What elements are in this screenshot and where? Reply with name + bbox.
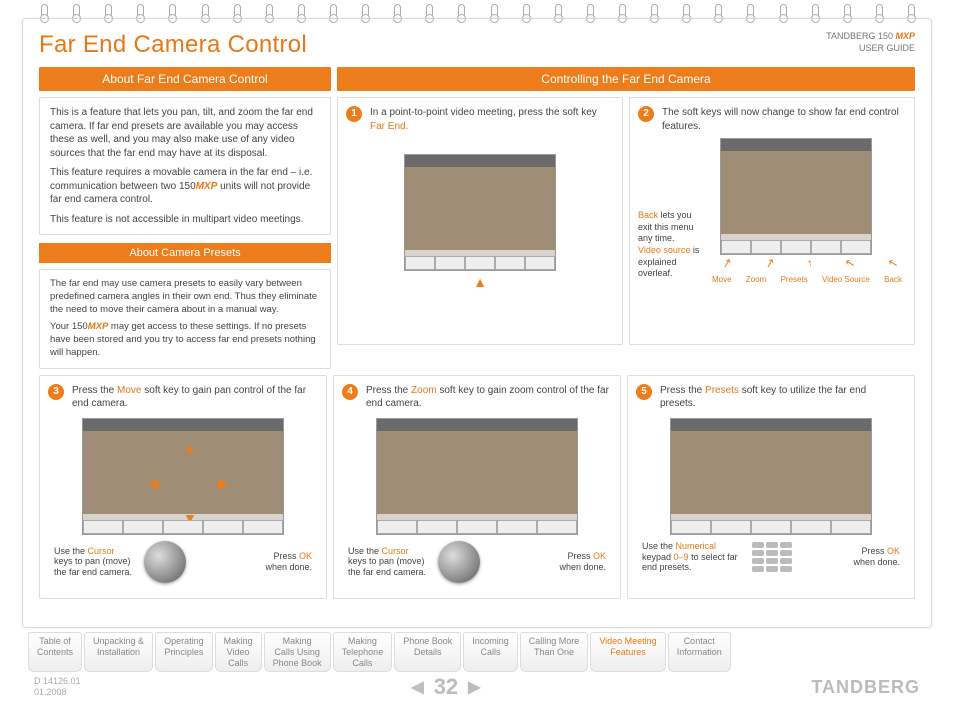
step-number-icon: 1 (346, 106, 362, 122)
device-screenshot (376, 418, 578, 535)
doc-id: D 14126.0101.2008 (34, 676, 81, 699)
tab-incoming[interactable]: Incoming Calls (463, 632, 518, 672)
step-2-side-note: Back lets you exit this menu any time. V… (638, 210, 706, 280)
tab-operating[interactable]: Operating Principles (155, 632, 213, 672)
step-2-card: 2 The soft keys will now change to show … (629, 97, 915, 345)
softkey-label: Presets (781, 275, 808, 286)
step-3-card: 3 Press the Move soft key to gain pan co… (39, 375, 327, 599)
step-1-card: 1 In a point-to-point video meeting, pre… (337, 97, 623, 345)
step-5-card: 5 Press the Presets soft key to utilize … (627, 375, 915, 599)
step-4-card: 4 Press the Zoom soft key to gain zoom c… (333, 375, 621, 599)
step-number-icon: 2 (638, 106, 654, 122)
control-knob-icon (144, 541, 186, 583)
tab-video-calls[interactable]: Making Video Calls (215, 632, 262, 672)
device-screenshot (720, 138, 872, 255)
tab-multi-call[interactable]: Calling More Than One (520, 632, 589, 672)
page-title: Far End Camera Control (39, 31, 307, 59)
softkey-label: Move (712, 275, 732, 286)
about-card: This is a feature that lets you pan, til… (39, 97, 331, 235)
control-knob-icon (438, 541, 480, 583)
section-heading-controlling: Controlling the Far End Camera (337, 67, 915, 91)
prev-page-icon[interactable]: ◀ (411, 677, 423, 697)
nav-tabs: Table of Contents Unpacking & Installati… (22, 632, 932, 672)
section-heading-about: About Far End Camera Control (39, 67, 331, 91)
softkey-label: Back (884, 275, 902, 286)
tab-telephone-calls[interactable]: Making Telephone Calls (333, 632, 393, 672)
keypad-icon (752, 542, 792, 572)
product-label: TANDBERG 150 MXP USER GUIDE (826, 31, 915, 54)
step-number-icon: 3 (48, 384, 64, 400)
device-screenshot (670, 418, 872, 535)
step-number-icon: 4 (342, 384, 358, 400)
tab-phonebook-calls[interactable]: Making Calls Using Phone Book (264, 632, 331, 672)
presets-card: The far end may use camera presets to ea… (39, 269, 331, 369)
softkey-label: Video Source (822, 275, 870, 286)
brand-logo: TANDBERG (811, 677, 920, 698)
device-screenshot (404, 154, 556, 271)
device-screenshot: ▲◀▶▼ (82, 418, 284, 535)
tab-unpacking[interactable]: Unpacking & Installation (84, 632, 153, 672)
tab-contact[interactable]: Contact Information (668, 632, 731, 672)
tab-toc[interactable]: Table of Contents (28, 632, 82, 672)
softkey-label: Zoom (746, 275, 766, 286)
presets-heading: About Camera Presets (39, 243, 331, 263)
next-page-icon[interactable]: ▶ (468, 677, 480, 697)
tab-phonebook-details[interactable]: Phone Book Details (394, 632, 461, 672)
tab-video-meeting-features[interactable]: Video Meeting Features (590, 632, 665, 672)
step-number-icon: 5 (636, 384, 652, 400)
page-number: 32 (434, 674, 458, 700)
